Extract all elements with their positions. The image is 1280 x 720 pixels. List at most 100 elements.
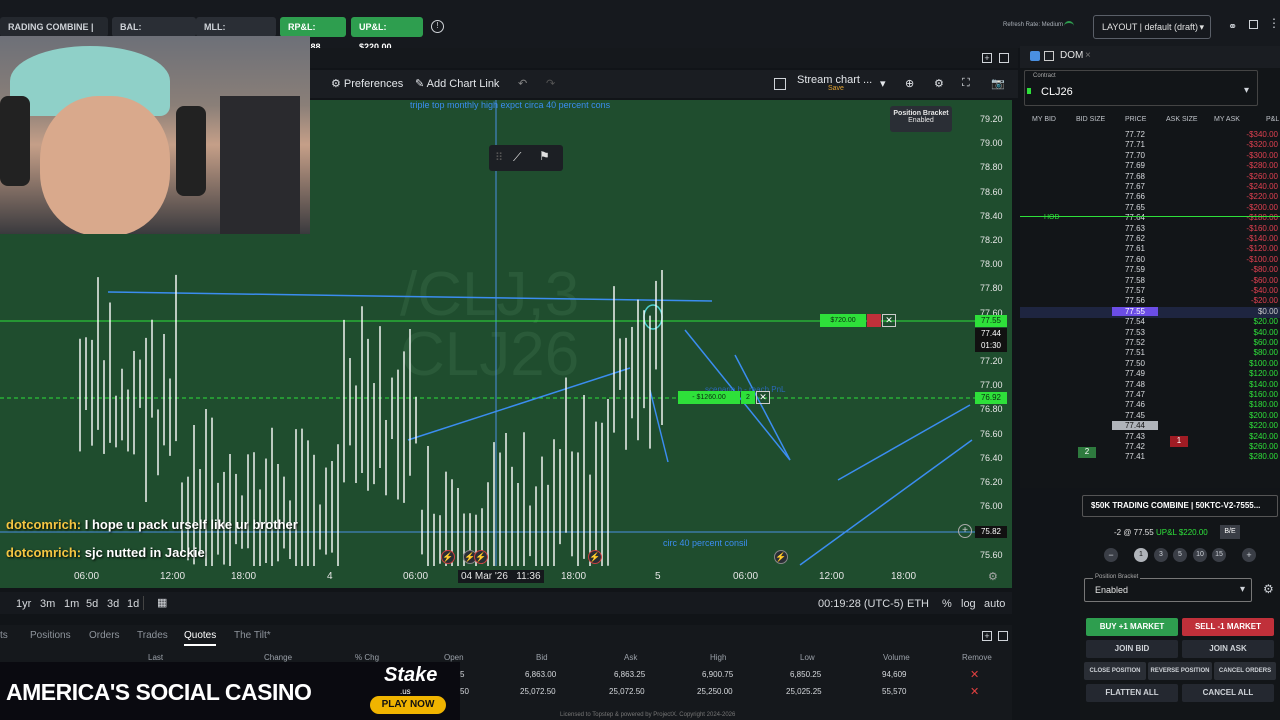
dom-row[interactable]: 77.63 -$160.00 <box>1020 224 1280 235</box>
settings-gear-icon[interactable]: ⚙ <box>934 77 944 90</box>
position-bracket-badge[interactable]: Position Bracket Enabled <box>890 106 952 132</box>
preferences-button[interactable]: ⚙ Preferences <box>331 77 403 90</box>
join-bid-button[interactable]: JOIN BID <box>1086 640 1178 658</box>
dom-row[interactable]: 77.56 -$20.00 <box>1020 296 1280 307</box>
col-last[interactable]: Last <box>148 653 163 662</box>
qty-5-button[interactable]: 5 <box>1173 548 1187 562</box>
tab-orders[interactable]: Orders <box>89 630 120 641</box>
col-bid[interactable]: Bid <box>536 653 548 662</box>
col-ask[interactable]: Ask <box>624 653 637 662</box>
dom-row[interactable]: 77.65 -$200.00 <box>1020 203 1280 214</box>
qty-10-button[interactable]: 10 <box>1193 548 1207 562</box>
dom-row[interactable]: 77.42 $260.00 <box>1020 442 1280 453</box>
bid-size-cell[interactable]: 2 <box>1078 447 1096 458</box>
account-pill[interactable]: RADING COMBINE | 5 <box>0 17 108 52</box>
dom-row[interactable]: 77.51 $80.00 <box>1020 348 1280 359</box>
session-type[interactable]: ETH <box>907 598 929 610</box>
maximize-icon[interactable] <box>999 53 1009 63</box>
col-high[interactable]: High <box>710 653 726 662</box>
event-marker-icon[interactable]: ⚡ <box>474 550 488 564</box>
redo-icon[interactable]: ↷ <box>546 77 555 90</box>
dom-row[interactable]: 77.48 $140.00 <box>1020 380 1280 391</box>
sell-market-button[interactable]: SELL -1 MARKET <box>1182 618 1274 636</box>
qty-15-button[interactable]: 15 <box>1212 548 1226 562</box>
dom-row[interactable]: 77.43 $240.00 <box>1020 432 1280 443</box>
event-marker-icon[interactable]: ⚡ <box>774 550 788 564</box>
break-even-button[interactable]: B/E <box>1220 525 1240 539</box>
dom-row[interactable]: 77.45 $200.00 <box>1020 411 1280 422</box>
flatten-all-button[interactable]: FLATTEN ALL <box>1086 684 1178 702</box>
remove-row-icon[interactable]: ✕ <box>970 668 979 681</box>
dom-row[interactable]: 77.49 $120.00 <box>1020 369 1280 380</box>
cancel-orders-button[interactable]: CANCEL ORDERS <box>1214 662 1276 680</box>
close-order-icon[interactable]: ✕ <box>882 314 896 327</box>
col-pct-change[interactable]: % Chg <box>355 653 379 662</box>
tab-the-tilt[interactable]: The Tilt* <box>234 630 271 641</box>
dom-row[interactable]: 77.60 -$100.00 <box>1020 255 1280 266</box>
window-icon[interactable] <box>1249 20 1258 29</box>
cancel-all-button[interactable]: CANCEL ALL <box>1182 684 1274 702</box>
flag-tool-icon[interactable]: ⚑ <box>539 149 550 163</box>
dom-row[interactable]: 77.59 -$80.00 <box>1020 265 1280 276</box>
log-toggle[interactable]: log <box>961 598 976 610</box>
range-3m[interactable]: 3m <box>40 598 55 610</box>
dom-row[interactable]: 77.44 $220.00 <box>1020 421 1280 432</box>
add-alert-icon[interactable]: + <box>958 524 972 538</box>
more-icon[interactable]: ⋮ <box>1268 16 1280 30</box>
col-low[interactable]: Low <box>800 653 815 662</box>
range-1m[interactable]: 1m <box>64 598 79 610</box>
qty-minus-button[interactable]: − <box>1104 548 1118 562</box>
line-tool-icon[interactable]: ⟋ <box>513 150 521 165</box>
dom-row[interactable]: 77.46 $180.00 <box>1020 400 1280 411</box>
buy-market-button[interactable]: BUY +1 MARKET <box>1086 618 1178 636</box>
dom-row[interactable]: 77.58 -$60.00 <box>1020 276 1280 287</box>
contract-select[interactable]: Contract CLJ26 ▾ <box>1024 70 1258 106</box>
event-marker-icon[interactable]: ⚡ <box>441 550 455 564</box>
dom-row[interactable]: 77.57 -$40.00 <box>1020 286 1280 297</box>
range-3d[interactable]: 3d <box>107 598 119 610</box>
link-icon[interactable]: ⚭ <box>1228 20 1237 33</box>
camera-icon[interactable]: 📷 <box>991 77 1005 90</box>
range-1yr[interactable]: 1yr <box>16 598 31 610</box>
percent-toggle[interactable]: % <box>942 598 952 610</box>
event-marker-icon[interactable]: ⚡ <box>588 550 602 564</box>
add-tab-icon[interactable]: + <box>982 631 992 641</box>
drag-handle-icon[interactable]: ⠿ <box>495 151 503 164</box>
close-target-icon[interactable]: ✕ <box>756 391 770 404</box>
bracket-select[interactable]: Position Bracket Enabled ▾ <box>1084 574 1252 602</box>
tab-accounts[interactable]: ts <box>0 630 8 641</box>
dom-row[interactable]: 77.53 $40.00 <box>1020 328 1280 339</box>
dom-row[interactable]: 77.54 $20.00 <box>1020 317 1280 328</box>
dom-row[interactable]: 77.66 -$220.00 <box>1020 192 1280 203</box>
axis-settings-icon[interactable]: ⚙ <box>988 570 998 583</box>
target-pnl-label[interactable]: - $1260.00 <box>678 391 740 404</box>
remove-row-icon[interactable]: ✕ <box>970 685 979 698</box>
dom-row[interactable]: 77.50 $100.00 <box>1020 359 1280 370</box>
order-qty-box[interactable] <box>867 314 881 327</box>
reverse-position-button[interactable]: REVERSE POSITION <box>1148 662 1212 680</box>
tab-positions[interactable]: Positions <box>30 630 71 641</box>
dom-row[interactable]: 77.55 $0.00 <box>1020 306 1280 318</box>
dom-row[interactable]: 77.62 -$140.00 <box>1020 234 1280 245</box>
ad-play-now-button[interactable]: PLAY NOW <box>370 696 446 714</box>
col-change[interactable]: Change <box>264 653 292 662</box>
ask-size-cell[interactable]: 1 <box>1170 436 1188 447</box>
add-chart-link-button[interactable]: ✎ Add Chart Link <box>415 77 499 90</box>
dom-row[interactable]: 77.61 -$120.00 <box>1020 244 1280 255</box>
add-panel-icon[interactable]: + <box>982 53 992 63</box>
tab-quotes[interactable]: Quotes <box>184 630 217 646</box>
stream-checkbox[interactable] <box>774 78 786 90</box>
close-position-button[interactable]: CLOSE POSITION <box>1084 662 1146 680</box>
settings-gear-icon[interactable]: ⚙ <box>1263 582 1274 596</box>
dom-row[interactable]: 77.52 $60.00 <box>1020 338 1280 349</box>
qty-1-button[interactable]: 1 <box>1134 548 1148 562</box>
range-5d[interactable]: 5d <box>86 598 98 610</box>
join-ask-button[interactable]: JOIN ASK <box>1182 640 1274 658</box>
dom-row[interactable]: 77.67 -$240.00 <box>1020 182 1280 193</box>
range-1d[interactable]: 1d <box>127 598 139 610</box>
fullscreen-icon[interactable]: ⛶ <box>962 77 970 90</box>
window-icon[interactable] <box>1044 51 1054 61</box>
qty-3-button[interactable]: 3 <box>1154 548 1168 562</box>
price-axis[interactable]: 79.20 79.00 78.80 78.60 78.40 78.20 78.00 77.80… <box>975 100 1012 566</box>
close-tab-icon[interactable]: × <box>1085 50 1091 61</box>
